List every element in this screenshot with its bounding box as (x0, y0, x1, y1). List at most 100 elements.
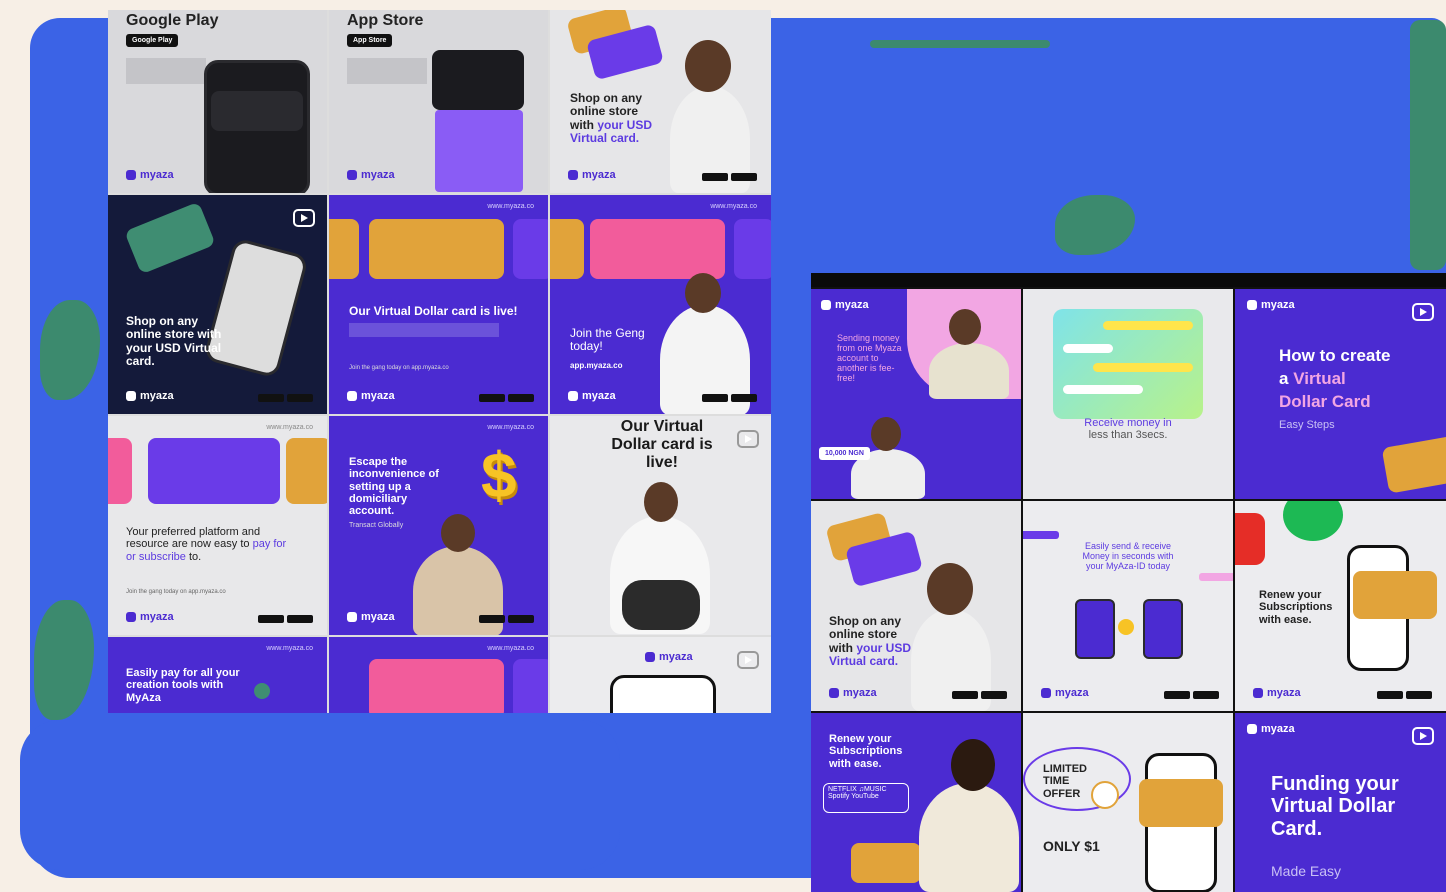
reel-icon (1412, 303, 1434, 321)
myaza-logo: myaza (347, 169, 395, 181)
tile-renew-subs[interactable]: Renew your Subscriptions with ease. myaz… (1235, 501, 1446, 711)
myaza-logo: myaza (568, 390, 616, 402)
tile-escape[interactable]: www.myaza.co Escape the inconvenience of… (329, 416, 548, 635)
tile-how-to[interactable]: myaza How to create a Virtual Dollar Car… (1235, 289, 1446, 499)
virtual-card (286, 438, 327, 504)
tile-heading: Receive money in less than 3secs. (1043, 417, 1213, 442)
app-url[interactable]: app.myaza.co (570, 361, 622, 370)
google-play-badge: Google Play (126, 34, 179, 47)
tile-heading: How to create a Virtual Dollar Card (1279, 345, 1390, 414)
virtual-card (124, 201, 216, 275)
heading-line: less than 3secs. (1088, 429, 1168, 442)
website-url: www.myaza.co (266, 645, 313, 652)
virtual-card (550, 219, 584, 279)
tile-partial-pink[interactable]: www.myaza.co (329, 637, 548, 713)
tile-shop-usd[interactable]: Shop on any online store with your USD V… (550, 10, 771, 193)
tile-heading: Your preferred platform and resource are… (126, 526, 296, 563)
heading-line: with (829, 640, 857, 655)
myaza-logo: myaza (347, 611, 395, 623)
tile-heading: Shop on any online store with your USD V… (829, 614, 911, 669)
virtual-card (148, 438, 280, 504)
tile-funding[interactable]: myaza Funding your Virtual Dollar Card. … (1235, 713, 1446, 892)
store-badges (479, 394, 534, 402)
person-head (441, 514, 475, 552)
tile-card-live[interactable]: www.myaza.co Our Virtual Dollar card is … (329, 195, 548, 414)
myaza-logo: myaza (126, 169, 174, 181)
store-badges (952, 691, 1007, 699)
website-url: www.myaza.co (487, 424, 534, 431)
myaza-logo: myaza (1041, 687, 1089, 699)
virtual-card (1139, 779, 1223, 827)
tile-heading: App Store (347, 12, 424, 29)
tile-shop-usd-dark[interactable]: Shop on any online store with your USD V… (108, 195, 327, 414)
app-store-badge: App Store (347, 34, 393, 47)
tile-renew-subs-2[interactable]: Renew your Subscriptions with ease. NETF… (811, 713, 1021, 892)
tile-heading: Easily send & receive Money in seconds w… (1082, 541, 1174, 572)
tile-heading: Renew your Subscriptions with ease. (829, 733, 903, 770)
chat-bubble (1103, 321, 1193, 330)
tile-heading: Our Virtual Dollar card is live! (349, 304, 518, 318)
store-badges (702, 173, 757, 181)
tile-join-geng[interactable]: www.myaza.co Join the Geng today! app.my… (550, 195, 771, 414)
tile-shop-usd-2[interactable]: Shop on any online store with your USD V… (811, 501, 1021, 711)
myaza-logo: myaza (568, 169, 616, 181)
tile-heading: Sending money from one Myaza account to … (837, 333, 902, 384)
cta-text: Join the gang today on app.myaza.co (349, 365, 449, 371)
tile-receive-money[interactable]: Receive money in less than 3secs. (1023, 289, 1233, 499)
person-jeans (622, 580, 700, 630)
chat-bubble (1093, 363, 1193, 372)
tile-app-store[interactable]: App Store App Store myaza (329, 10, 548, 193)
tile-preferred-platform[interactable]: www.myaza.co Your preferred platform and… (108, 416, 327, 635)
tag-chip (1023, 531, 1059, 539)
blue-canvas-bottom (20, 720, 620, 870)
heading-line: Shop on any (829, 614, 901, 628)
heading-highlight: Virtual card. (570, 131, 640, 146)
myaza-logo: myaza (126, 390, 174, 402)
virtual-card (108, 438, 132, 504)
spotify-icon (1283, 501, 1343, 541)
myaza-logo: myaza (347, 390, 395, 402)
reel-icon (737, 430, 759, 448)
text-block (347, 58, 427, 84)
tile-partial-phone[interactable]: myaza (550, 637, 771, 713)
store-badges (258, 615, 313, 623)
tile-card-live-2[interactable]: Our Virtual Dollar card is live! (550, 416, 771, 635)
virtual-card (369, 219, 504, 279)
tile-heading: Google Play (126, 12, 219, 29)
website-url: www.myaza.co (487, 645, 534, 652)
myaza-logo: myaza (645, 651, 693, 663)
website-url: www.myaza.co (710, 203, 757, 210)
person-photo (919, 783, 1019, 892)
heading-line: online store (829, 627, 898, 642)
price-label: ONLY $1 (1043, 838, 1100, 854)
tile-send-money[interactable]: myaza Sending money from one Myaza accou… (811, 289, 1021, 499)
heading-line: Shop on any (570, 91, 642, 105)
virtual-card (369, 659, 504, 713)
store-badges (702, 394, 757, 402)
tile-heading: Funding your Virtual Dollar Card. (1271, 773, 1399, 840)
myaza-logo: myaza (126, 611, 174, 623)
tile-easily-send[interactable]: Easily send & receive Money in seconds w… (1023, 501, 1233, 711)
cta-text: Join the gang today on app.myaza.co (126, 589, 226, 595)
subheading: Easy Steps (1279, 419, 1335, 431)
subheading: Made Easy (1271, 863, 1342, 879)
virtual-card (513, 659, 548, 713)
tile-limited-offer[interactable]: LIMITED TIME OFFER ONLY $1 (1023, 713, 1233, 892)
phone-illustration (1143, 599, 1183, 659)
youtube-icon (1235, 513, 1265, 565)
heading-line: with (570, 117, 598, 132)
myaza-logo: myaza (821, 299, 869, 311)
store-badges (258, 394, 313, 402)
store-badges (1164, 691, 1219, 699)
brand-line: NETFLIX ♫MUSIC (828, 786, 887, 793)
amount-chip: 10,000 NGN (819, 447, 870, 460)
person-head (949, 309, 981, 345)
phone-illustration (1075, 599, 1115, 659)
tile-google-play[interactable]: Google Play Google Play myaza (108, 10, 327, 193)
tag-chip (1199, 573, 1233, 581)
tile-pay-creation[interactable]: www.myaza.co Easily pay for all your cre… (108, 637, 327, 713)
heading-highlight: Dollar Card (1279, 391, 1371, 411)
virtual-card (851, 843, 921, 883)
website-url: www.myaza.co (487, 203, 534, 210)
tile-heading: Shop on any online store with your USD V… (570, 91, 652, 146)
